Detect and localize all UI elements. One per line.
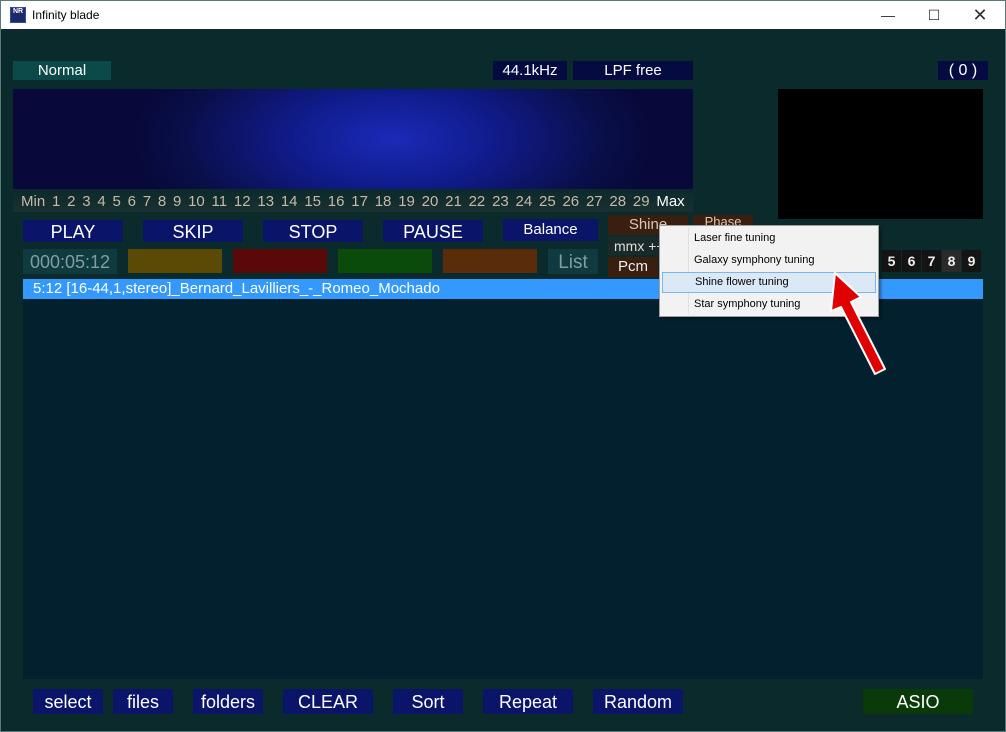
menu-item-galaxy-symphony-tuning[interactable]: Galaxy symphony tuning: [662, 250, 876, 271]
band-label[interactable]: 8: [158, 193, 166, 210]
title-bar[interactable]: NR Infinity blade — ☐ ✕: [1, 1, 1005, 29]
app-logo-icon: NR: [10, 7, 26, 23]
tuning-context-menu: Laser fine tuning Galaxy symphony tuning…: [659, 225, 879, 317]
skip-button[interactable]: SKIP: [143, 220, 243, 242]
band-label[interactable]: 29: [633, 193, 650, 210]
pcm-button[interactable]: Pcm: [608, 257, 658, 277]
repeat-button[interactable]: Repeat: [483, 689, 573, 714]
band-label[interactable]: 1: [52, 193, 60, 210]
band-label[interactable]: 4: [97, 193, 105, 210]
number-button-5[interactable]: 5: [882, 250, 901, 272]
number-button-8[interactable]: 8: [942, 250, 961, 272]
band-label[interactable]: 24: [516, 193, 533, 210]
minimize-button[interactable]: —: [865, 1, 911, 29]
oscilloscope-display: [778, 89, 983, 219]
band-label[interactable]: 3: [82, 193, 90, 210]
menu-item-star-symphony-tuning[interactable]: Star symphony tuning: [662, 294, 876, 315]
files-button[interactable]: files: [113, 689, 173, 714]
window-title: Infinity blade: [32, 8, 100, 22]
band-label[interactable]: 6: [128, 193, 136, 210]
close-button[interactable]: ✕: [957, 1, 1003, 29]
pause-button[interactable]: PAUSE: [383, 220, 483, 242]
band-label[interactable]: 13: [257, 193, 274, 210]
elapsed-time-display: 000:05:12: [23, 249, 117, 274]
balance-button[interactable]: Balance: [503, 219, 598, 241]
maximize-button[interactable]: ☐: [911, 1, 957, 29]
menu-item-laser-fine-tuning[interactable]: Laser fine tuning: [662, 228, 876, 249]
color-swatch-green[interactable]: [338, 249, 432, 273]
playlist-area[interactable]: 5:12 [16-44,1,stereo]_Bernard_Lavilliers…: [23, 279, 983, 679]
sample-rate-display: 44.1kHz: [493, 61, 567, 80]
mode-display[interactable]: Normal: [13, 61, 111, 80]
random-button[interactable]: Random: [593, 689, 683, 714]
band-label[interactable]: 23: [492, 193, 509, 210]
sort-button[interactable]: Sort: [393, 689, 463, 714]
number-button-7[interactable]: 7: [922, 250, 941, 272]
select-button[interactable]: select: [33, 689, 103, 714]
folders-button[interactable]: folders: [193, 689, 263, 714]
spectrum-visualizer: [13, 89, 693, 189]
track-count-display: ( 0 ): [938, 61, 988, 80]
band-label[interactable]: 25: [539, 193, 556, 210]
color-swatch-red[interactable]: [233, 249, 327, 273]
band-label[interactable]: 26: [562, 193, 579, 210]
clear-button[interactable]: CLEAR: [283, 689, 373, 714]
number-selector: 5 6 7 8 9: [881, 250, 981, 272]
filter-display[interactable]: LPF free: [573, 61, 693, 80]
band-label[interactable]: 7: [143, 193, 151, 210]
band-label[interactable]: 27: [586, 193, 603, 210]
app-window: NR Infinity blade — ☐ ✕ Normal 44.1kHz L…: [0, 0, 1006, 732]
menu-item-shine-flower-tuning[interactable]: Shine flower tuning: [662, 272, 876, 293]
color-swatch-yellow[interactable]: [128, 249, 222, 273]
band-label[interactable]: 11: [212, 193, 228, 210]
number-button-9[interactable]: 9: [962, 250, 981, 272]
band-label[interactable]: 15: [304, 193, 321, 210]
band-label[interactable]: 9: [173, 193, 181, 210]
band-label[interactable]: 18: [375, 193, 392, 210]
number-button-6[interactable]: 6: [902, 250, 921, 272]
asio-button[interactable]: ASIO: [863, 689, 973, 714]
band-label[interactable]: 17: [351, 193, 368, 210]
play-button[interactable]: PLAY: [23, 220, 123, 242]
band-label[interactable]: 21: [445, 193, 462, 210]
scale-min-label: Min: [21, 192, 46, 210]
equalizer-band-scale: Min 1 2 3 4 5 6 7 8 9 10 11 12 13 14 15 …: [13, 190, 693, 212]
list-button[interactable]: List: [548, 249, 598, 274]
band-label[interactable]: 20: [422, 193, 439, 210]
color-swatch-orange[interactable]: [443, 249, 537, 273]
scale-max-label: Max: [656, 192, 685, 210]
band-label[interactable]: 2: [67, 193, 75, 210]
band-label[interactable]: 5: [112, 193, 120, 210]
band-label[interactable]: 28: [609, 193, 626, 210]
band-label[interactable]: 10: [188, 193, 205, 210]
band-label[interactable]: 16: [328, 193, 345, 210]
band-label[interactable]: 12: [234, 193, 251, 210]
stop-button[interactable]: STOP: [263, 220, 363, 242]
band-label[interactable]: 14: [281, 193, 298, 210]
band-label[interactable]: 19: [398, 193, 415, 210]
band-label[interactable]: 22: [469, 193, 486, 210]
